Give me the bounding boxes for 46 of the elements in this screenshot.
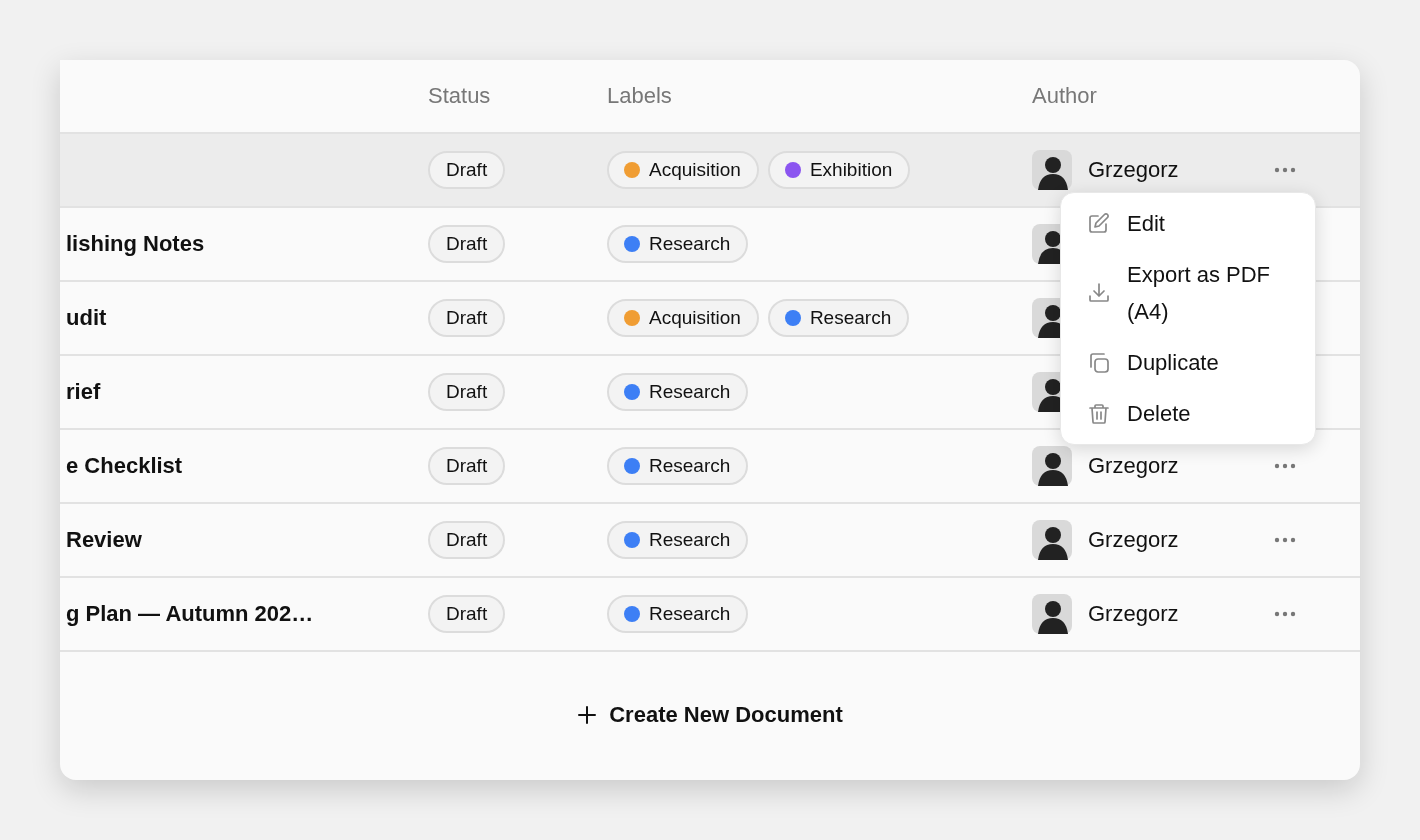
status-badge: Draft — [428, 595, 506, 633]
table-row[interactable]: g Plan — Autumn 202… Draft Research Grzegorz — [60, 578, 1360, 652]
create-document-button[interactable]: Create New Document — [569, 696, 851, 734]
status-badge: Draft — [428, 225, 506, 263]
document-title: Review — [66, 527, 142, 553]
avatar — [1032, 150, 1072, 190]
author-name: Grzegorz — [1088, 527, 1179, 553]
avatar — [1032, 520, 1072, 560]
label-tag: Research — [607, 447, 749, 485]
label-tag: Research — [607, 521, 749, 559]
table-row[interactable]: Draft Acquisition Exhibition Grzegorz — [60, 134, 1360, 208]
document-title: rief — [66, 379, 101, 405]
column-header: Author — [1032, 82, 1098, 110]
status-badge: Draft — [428, 521, 506, 559]
column-header: Status — [428, 82, 492, 110]
author-name: Grzegorz — [1088, 453, 1179, 479]
avatar — [1032, 594, 1072, 634]
status-badge: Draft — [428, 299, 506, 337]
table-row[interactable]: Review Draft Research Grzegorz — [60, 504, 1360, 578]
ellipsis-icon — [1274, 463, 1296, 469]
pencil-icon — [1087, 211, 1111, 236]
download-icon — [1087, 281, 1111, 305]
label-tag: Exhibition — [767, 151, 911, 189]
document-title: e Checklist — [66, 453, 183, 479]
copy-icon — [1087, 350, 1111, 375]
ellipsis-icon — [1274, 167, 1296, 173]
avatar — [1032, 446, 1072, 486]
ellipsis-icon — [1274, 611, 1296, 617]
label-tag: Acquisition — [607, 151, 759, 189]
label-tag: Acquisition — [607, 299, 759, 337]
status-badge: Draft — [428, 373, 506, 411]
document-title: g Plan — Autumn 202… — [66, 601, 314, 627]
status-badge: Draft — [428, 447, 506, 485]
label-tag: Research — [607, 225, 749, 263]
ellipsis-icon — [1274, 537, 1296, 543]
document-title: lishing Notes — [66, 231, 205, 257]
document-title: udit — [66, 305, 107, 331]
label-tag: Research — [767, 299, 910, 337]
status-badge: Draft — [428, 151, 506, 189]
column-header: Labels — [607, 82, 673, 110]
label-tag: Research — [607, 373, 749, 411]
trash-icon — [1087, 401, 1111, 426]
label-tag: Research — [607, 595, 749, 633]
plus-icon — [577, 705, 598, 725]
author-name: Grzegorz — [1088, 157, 1179, 183]
author-name: Grzegorz — [1088, 601, 1179, 627]
